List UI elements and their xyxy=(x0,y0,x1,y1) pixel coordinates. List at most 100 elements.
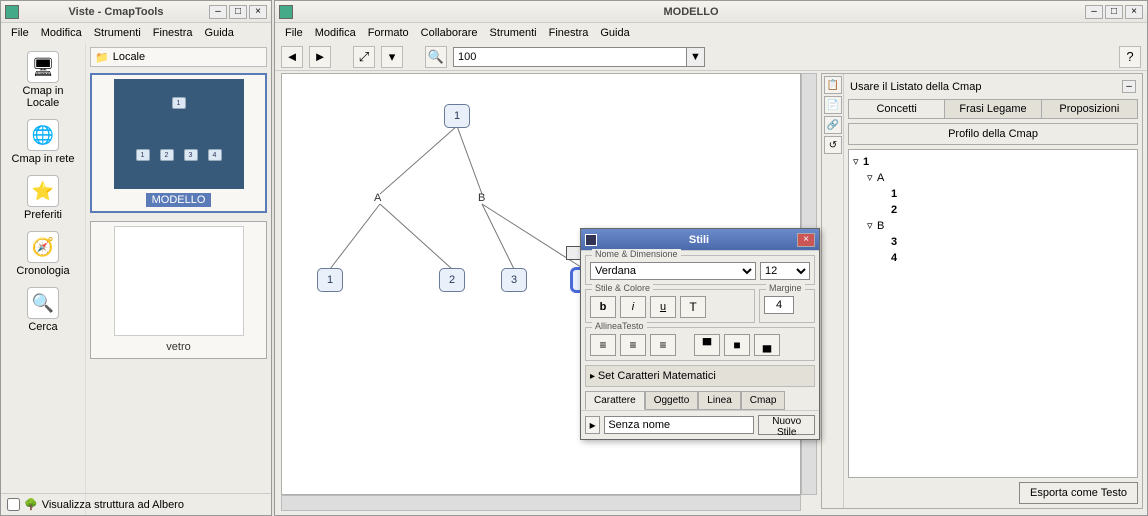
vtab-list[interactable]: 📄 xyxy=(824,96,842,114)
star-icon: ⭐ xyxy=(27,175,59,207)
math-chars-button[interactable]: ▸ Set Caratteri Matematici xyxy=(585,365,815,387)
menu-modifica[interactable]: Modifica xyxy=(309,25,362,41)
thumbnail-label: MODELLO xyxy=(146,193,212,207)
menu-collaborare[interactable]: Collaborare xyxy=(415,25,484,41)
underline-button[interactable]: u xyxy=(650,296,676,318)
maximize-button[interactable]: □ xyxy=(229,5,247,19)
model-title: MODELLO xyxy=(297,6,1085,18)
zoom-icon[interactable]: 🔍 xyxy=(425,46,447,68)
styles-dialog[interactable]: Stili × Nome & Dimensione Verdana 12 Sti… xyxy=(580,228,820,440)
tree-view-checkbox[interactable] xyxy=(7,498,20,511)
node-root[interactable]: 1 xyxy=(444,104,470,128)
tab-linea[interactable]: Linea xyxy=(698,391,740,410)
fit-dropdown[interactable]: ▾ xyxy=(381,46,403,68)
vtab-outline[interactable]: 📋 xyxy=(824,76,842,94)
outline-tree[interactable]: ▿1 ▿A 1 2 ▿B 3 4 xyxy=(848,149,1138,478)
folder-icon: 📁 xyxy=(95,51,109,64)
align-left-button[interactable]: ≡ xyxy=(590,334,616,356)
menu-file[interactable]: File xyxy=(5,25,35,41)
export-text-button[interactable]: Esporta come Testo xyxy=(1019,482,1138,504)
link-label-a[interactable]: A xyxy=(374,192,381,204)
margin-input[interactable] xyxy=(764,296,794,314)
menu-guida[interactable]: Guida xyxy=(199,25,240,41)
tab-proposizioni[interactable]: Proposizioni xyxy=(1042,100,1137,118)
nav-cmap-locale[interactable]: 🖥Cmap in Locale xyxy=(8,51,78,109)
globe-icon: 🌐 xyxy=(27,119,59,151)
menu-formato[interactable]: Formato xyxy=(362,25,415,41)
node-a2[interactable]: 2 xyxy=(439,268,465,292)
dialog-icon xyxy=(585,234,597,246)
vtab-sync[interactable]: ↺ xyxy=(824,136,842,154)
stili-title: Stili xyxy=(601,234,797,246)
views-title: Viste - CmapTools xyxy=(23,6,209,18)
computer-icon: 🖥 xyxy=(27,51,59,83)
app-icon xyxy=(5,5,19,19)
zoom-input[interactable] xyxy=(453,47,687,67)
thumbnail-label: vetro xyxy=(160,340,196,354)
zoom-dropdown[interactable]: ▼ xyxy=(687,47,705,67)
tab-carattere[interactable]: Carattere xyxy=(585,391,645,410)
thumbnail-vetro[interactable]: vetro xyxy=(90,221,267,359)
thumbnail-preview: 1 1 2 3 4 xyxy=(114,79,244,189)
footer-label: Visualizza struttura ad Albero xyxy=(42,499,184,511)
rpanel-minimize[interactable]: – xyxy=(1122,80,1136,93)
minimize-button[interactable]: – xyxy=(1085,5,1103,19)
help-button[interactable]: ? xyxy=(1119,46,1141,68)
close-button[interactable]: × xyxy=(1125,5,1143,19)
align-right-button[interactable]: ≡ xyxy=(650,334,676,356)
stili-close[interactable]: × xyxy=(797,233,815,247)
nav-preferiti[interactable]: ⭐Preferiti xyxy=(8,175,78,221)
link-label-b[interactable]: B xyxy=(478,192,485,204)
section-margin-label: Margine xyxy=(766,283,805,293)
maximize-button[interactable]: □ xyxy=(1105,5,1123,19)
bold-button[interactable]: b xyxy=(590,296,616,318)
nav-cmap-rete[interactable]: 🌐Cmap in rete xyxy=(8,119,78,165)
style-name-input[interactable] xyxy=(604,416,754,434)
rpanel-title: Usare il Listato della Cmap xyxy=(850,81,981,93)
valign-bottom-button[interactable]: ▄ xyxy=(754,334,780,356)
menu-modifica[interactable]: Modifica xyxy=(35,25,88,41)
menu-guida[interactable]: Guida xyxy=(594,25,635,41)
size-select[interactable]: 12 xyxy=(760,262,810,280)
thumbnail-modello[interactable]: 1 1 2 3 4 MODELLO xyxy=(90,73,267,213)
tab-cmap[interactable]: Cmap xyxy=(741,391,786,410)
valign-middle-button[interactable]: ■ xyxy=(724,334,750,356)
menu-finestra[interactable]: Finestra xyxy=(147,25,199,41)
minimize-button[interactable]: – xyxy=(209,5,227,19)
tree-icon: 🌳 xyxy=(24,498,38,511)
compass-icon: 🧭 xyxy=(27,231,59,263)
tab-frasi[interactable]: Frasi Legame xyxy=(945,100,1041,118)
style-expand-button[interactable]: ▸ xyxy=(585,416,600,434)
vtab-link[interactable]: 🔗 xyxy=(824,116,842,134)
tab-oggetto[interactable]: Oggetto xyxy=(645,391,699,410)
canvas-hscroll[interactable] xyxy=(281,495,801,511)
section-style-label: Stile & Colore xyxy=(592,283,653,293)
search-icon: 🔍 xyxy=(27,287,59,319)
italic-button[interactable]: i xyxy=(620,296,646,318)
back-button[interactable]: ◄ xyxy=(281,46,303,68)
font-select[interactable]: Verdana xyxy=(590,262,756,280)
menu-finestra[interactable]: Finestra xyxy=(543,25,595,41)
thumbnail-preview xyxy=(114,226,244,336)
menu-strumenti[interactable]: Strumenti xyxy=(484,25,543,41)
close-button[interactable]: × xyxy=(249,5,267,19)
nav-cerca[interactable]: 🔍Cerca xyxy=(8,287,78,333)
views-menubar: File Modifica Strumenti Finestra Guida xyxy=(1,23,271,43)
new-style-button[interactable]: Nuovo Stile xyxy=(758,415,815,435)
text-color-button[interactable]: T xyxy=(680,296,706,318)
model-menubar: File Modifica Formato Collaborare Strume… xyxy=(275,23,1147,43)
nav-cronologia[interactable]: 🧭Cronologia xyxy=(8,231,78,277)
valign-top-button[interactable]: ▀ xyxy=(694,334,720,356)
menu-strumenti[interactable]: Strumenti xyxy=(88,25,147,41)
location-bar[interactable]: 📁Locale xyxy=(90,47,267,67)
forward-button[interactable]: ► xyxy=(309,46,331,68)
tab-concetti[interactable]: Concetti xyxy=(849,100,945,118)
profile-header: Profilo della Cmap xyxy=(848,123,1138,145)
align-center-button[interactable]: ≡ xyxy=(620,334,646,356)
fit-button[interactable]: ⤢ xyxy=(353,46,375,68)
app-icon xyxy=(279,5,293,19)
node-b1[interactable]: 3 xyxy=(501,268,527,292)
node-a1[interactable]: 1 xyxy=(317,268,343,292)
menu-file[interactable]: File xyxy=(279,25,309,41)
section-name-label: Nome & Dimensione xyxy=(592,249,681,259)
